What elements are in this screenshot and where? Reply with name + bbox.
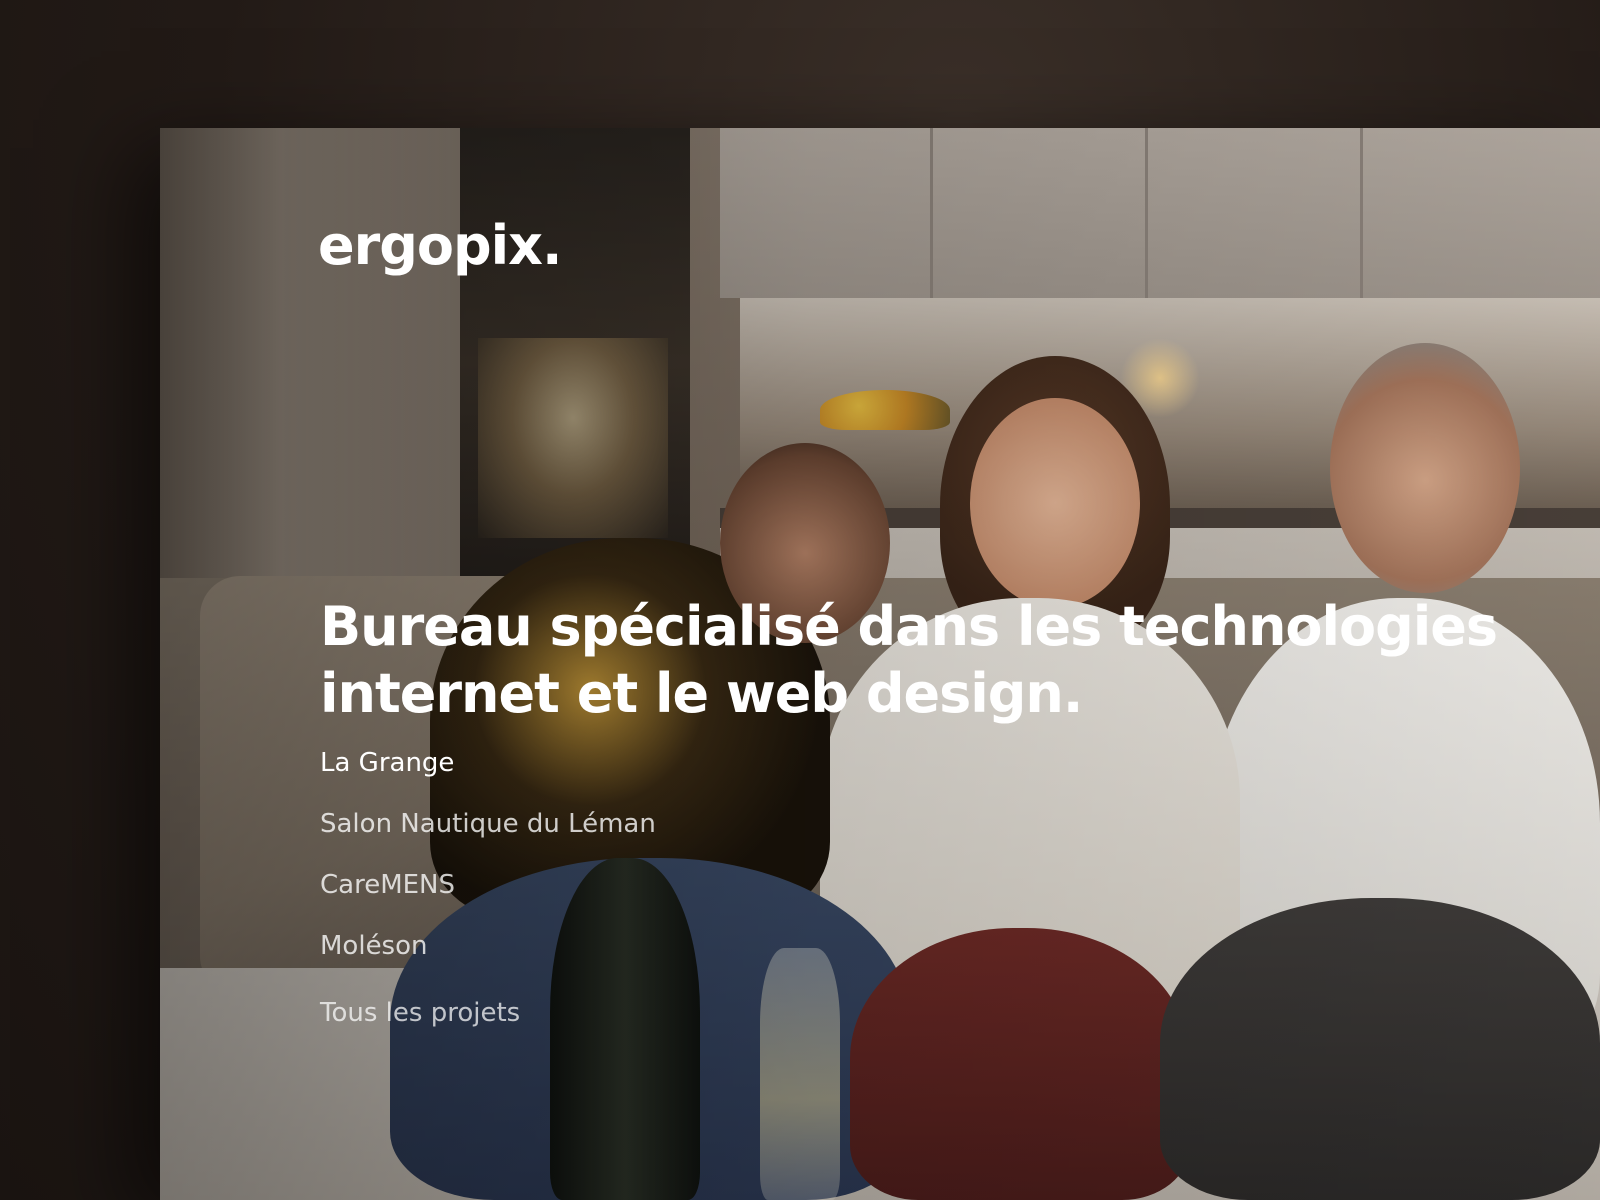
project-link-moleson[interactable]: Moléson <box>320 931 656 961</box>
desktop-backdrop: ergopix. Bureau spécialisé dans les tech… <box>0 0 1600 1200</box>
project-link-salon-nautique[interactable]: Salon Nautique du Léman <box>320 809 656 839</box>
project-link-la-grange[interactable]: La Grange <box>320 748 656 778</box>
hero-headline: Bureau spécialisé dans les technologies … <box>320 595 1498 725</box>
site-logo[interactable]: ergopix. <box>318 214 563 277</box>
project-link-caremens[interactable]: CareMENS <box>320 870 656 900</box>
website-window: ergopix. Bureau spécialisé dans les tech… <box>160 128 1600 1200</box>
all-projects-link[interactable]: Tous les projets <box>320 998 520 1028</box>
project-list: La Grange Salon Nautique du Léman CareME… <box>320 748 656 961</box>
